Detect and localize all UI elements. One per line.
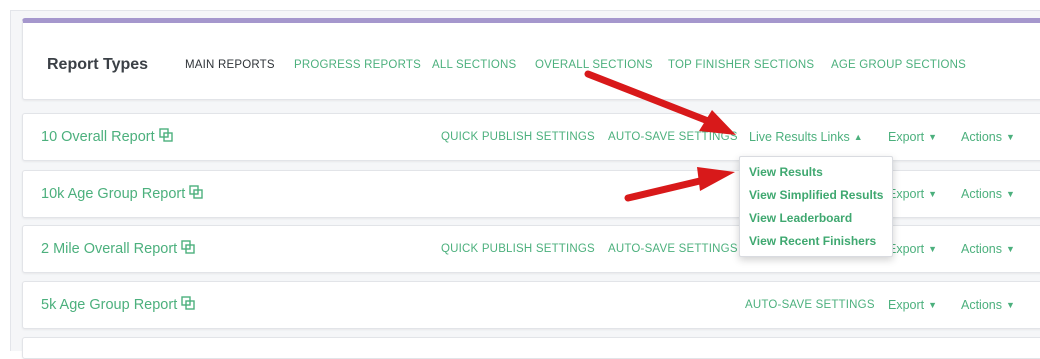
annotation-arrow-upper [584,70,736,135]
annotation-arrow-lower [624,167,735,202]
annotation-arrows [584,70,736,202]
